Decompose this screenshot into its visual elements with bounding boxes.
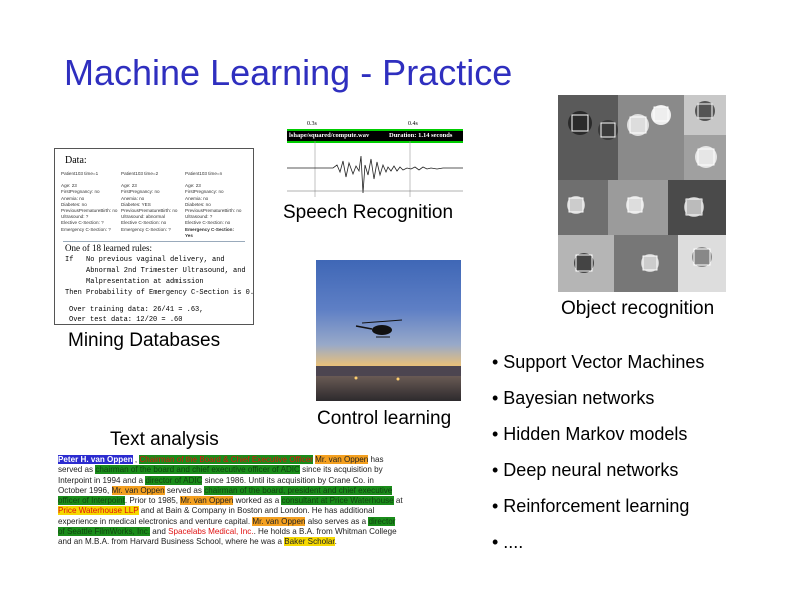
text-segment: served as (164, 485, 205, 495)
rule-accuracy: Over training data: 26/41 = .63, Over te… (69, 306, 204, 324)
helicopter-photo (316, 260, 461, 401)
entity-highlight: consultant at Price Waterhouse (281, 496, 394, 506)
record-line: Emergency C-Section: ? (121, 226, 171, 232)
patient-record-2: Patient103 time=2 Age: 23 FirstPregnancy… (121, 171, 179, 233)
patient-record-label: Patient103 time=n (185, 171, 223, 176)
text-segment: and (150, 527, 169, 537)
list-item: • Bayesian networks (492, 388, 655, 408)
mining-databases-figure: Data: Patient103 time=1 Age: 23 FirstPre… (54, 148, 254, 325)
divider (63, 241, 245, 242)
patient-record-1: Patient103 time=1 Age: 23 FirstPregnancy… (61, 171, 119, 233)
patient-record-n: Patient103 time=n Age: 23 FirstPregnancy… (185, 171, 243, 239)
time-tick-1: 0.3s (307, 121, 317, 127)
face-detection-collage (558, 95, 726, 292)
text-segment: also serves as a (305, 516, 369, 526)
helicopter-silhouette (316, 319, 461, 381)
waveform (287, 141, 463, 197)
text-analysis-passage: Peter H. van Oppen , Chairman of the Boa… (58, 455, 403, 548)
entity-highlight: Mr. van Oppen (111, 485, 165, 495)
rule-header: One of 18 learned rules: (65, 243, 152, 253)
caption-speech-recognition: Speech Recognition (283, 202, 454, 223)
caption-text-analysis: Text analysis (110, 429, 219, 450)
patient-records: Patient103 time=1 Age: 23 FirstPregnancy… (61, 171, 251, 241)
list-item: • .... (492, 532, 524, 552)
face-photos (558, 95, 726, 292)
caption-mining-databases: Mining Databases (68, 330, 221, 351)
text-segment: worked as a (233, 496, 282, 506)
patient-record-label: Patient103 time=2 (121, 171, 159, 176)
patient-record-label: Patient103 time=1 (61, 171, 99, 176)
entity-highlight: Mr. van Oppen (315, 455, 369, 464)
entity-highlight: Mr. van Oppen (180, 496, 234, 506)
list-item: • Deep neural networks (492, 460, 679, 480)
mining-data-header: Data: (65, 155, 87, 166)
speech-waveform-figure: 0.3s 0.4s lshape/squared/compute.wav Dur… (287, 117, 463, 197)
slide-title: Machine Learning - Practice (64, 52, 513, 93)
caption-object-recognition: Object recognition (561, 298, 715, 319)
text-segment: . (334, 537, 337, 547)
text-segment: . Prior to 1985, (124, 496, 181, 506)
entity-highlight: director of ADIC (145, 475, 203, 485)
audio-duration: Duration: 1.14 seconds (389, 132, 453, 139)
list-item: • Hidden Markov models (492, 424, 688, 444)
record-line: Emergency C-Section: ? (61, 226, 111, 232)
entity-highlight: chairman of the board and chief executiv… (95, 465, 300, 475)
text-segment: at (393, 496, 403, 506)
entity-highlight: Baker Scholar (284, 537, 335, 547)
audio-file-name: lshape/squared/compute.wav (289, 132, 370, 139)
list-item: • Support Vector Machines (492, 352, 705, 372)
caption-control-learning: Control learning (317, 408, 452, 429)
time-tick-2: 0.4s (408, 121, 418, 127)
learned-rule: If No previous vaginal delivery, and Abn… (65, 256, 254, 297)
record-line: Emergency C-Section: Yes (185, 226, 235, 238)
entity-highlight: Chairman of the Board & Chief Executive … (139, 455, 313, 464)
entity-highlight: Spacelabs Medical, Inc. (168, 527, 254, 537)
entity-highlight: Price Waterhouse LLP (58, 506, 139, 516)
entity-highlight: Peter H. van Oppen (58, 455, 133, 464)
method-list: • Support Vector Machines • Bayesian net… (492, 352, 704, 568)
entity-highlight: Mr. van Oppen (252, 516, 306, 526)
list-item: • Reinforcement learning (492, 496, 690, 516)
